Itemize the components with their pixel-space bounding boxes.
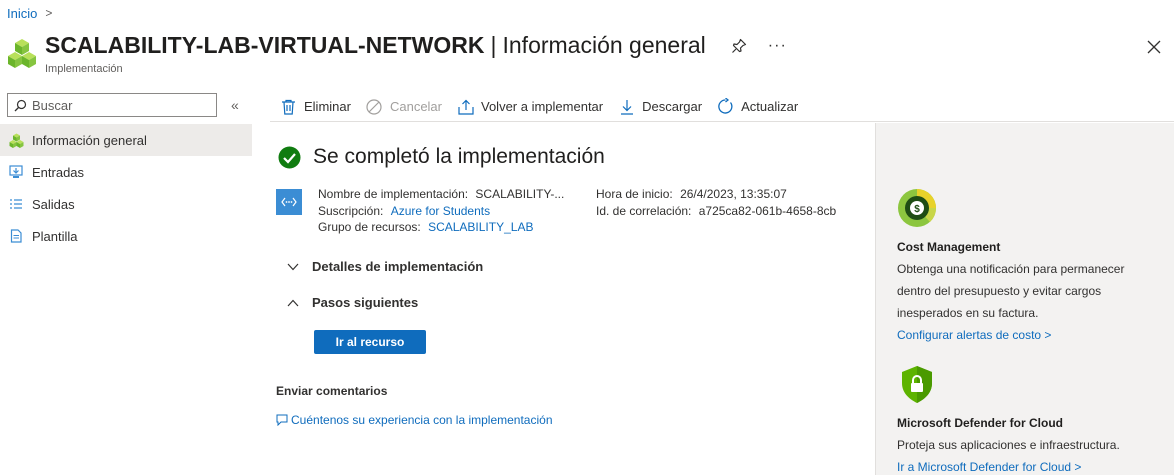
sidebar: « Información general Entradas Salidas — [0, 92, 252, 475]
deployment-name-value: SCALABILITY-... — [475, 187, 565, 201]
download-button[interactable]: Descargar — [618, 94, 702, 120]
search-box[interactable] — [7, 93, 217, 117]
resource-name: SCALABILITY-LAB-VIRTUAL-NETWORK — [45, 32, 485, 58]
defender-shield-icon — [902, 366, 932, 403]
defender-link[interactable]: Ir a Microsoft Defender for Cloud > — [897, 460, 1081, 474]
sidebar-item-label: Plantilla — [32, 228, 78, 244]
cost-management-title: Cost Management — [897, 240, 1001, 254]
search-icon — [14, 99, 27, 111]
sidebar-item-template[interactable]: Plantilla — [0, 220, 252, 252]
subscription-link[interactable]: Azure for Students — [391, 204, 490, 218]
defender-description: Proteja sus aplicaciones e infraestructu… — [897, 438, 1120, 452]
cancel-label: Cancelar — [389, 99, 442, 114]
refresh-label: Actualizar — [741, 99, 799, 114]
sidebar-item-overview[interactable]: Información general — [0, 124, 252, 156]
recommendations-panel: $ Cost Management Obtenga una notificaci… — [875, 123, 1174, 475]
more-options-icon[interactable]: ··· — [768, 37, 787, 55]
delete-label: Eliminar — [304, 99, 351, 114]
next-steps-toggle[interactable]: Pasos siguientes — [286, 295, 418, 310]
deployment-name-label: Nombre de implementación: — [318, 187, 469, 201]
main-content: Se completó la implementación Nombre de … — [270, 123, 875, 475]
page-subtitle: Implementación — [45, 63, 123, 75]
breadcrumb-home-link[interactable]: Inicio — [7, 6, 37, 21]
feedback-link-label: Cuéntenos su experiencia con la implemen… — [291, 413, 553, 427]
subscription-label: Suscripción: — [318, 203, 384, 218]
deployment-status: Se completó la implementación — [278, 145, 605, 169]
redeploy-label: Volver a implementar — [481, 99, 604, 114]
sidebar-item-label: Salidas — [32, 196, 75, 212]
template-icon — [8, 228, 24, 244]
close-icon[interactable] — [1145, 38, 1163, 56]
command-bar: Eliminar Cancelar Volver a implementar D… — [270, 92, 1174, 122]
sidebar-item-inputs[interactable]: Entradas — [0, 156, 252, 188]
deployment-details-toggle[interactable]: Detalles de implementación — [286, 259, 483, 274]
delete-button[interactable]: Eliminar — [280, 94, 351, 120]
resource-group-link[interactable]: SCALABILITY_LAB — [428, 220, 533, 234]
breadcrumb: Inicio > — [7, 4, 52, 22]
pin-icon[interactable] — [730, 37, 748, 55]
cost-alerts-link[interactable]: Configurar alertas de costo > — [897, 328, 1051, 342]
overview-icon — [8, 132, 24, 148]
deployment-info-left: Nombre de implementación: SCALABILITY-..… — [318, 186, 564, 236]
status-title: Se completó la implementación — [313, 145, 605, 168]
cost-management-description: Obtenga una notificación para permanecer… — [897, 262, 1125, 320]
cancel-button[interactable]: Cancelar — [366, 94, 442, 120]
chevron-down-icon — [286, 263, 300, 271]
redeploy-button[interactable]: Volver a implementar — [457, 94, 603, 120]
sidebar-item-label: Información general — [32, 132, 147, 148]
start-time-value: 26/4/2023, 13:35:07 — [680, 187, 787, 201]
collapse-sidebar-icon[interactable]: « — [231, 97, 239, 113]
feedback-icon — [276, 414, 288, 426]
deployment-icon — [276, 189, 302, 215]
search-input[interactable] — [32, 97, 212, 113]
go-to-resource-button[interactable]: Ir al recurso — [314, 330, 426, 354]
refresh-icon — [717, 98, 734, 115]
defender-title: Microsoft Defender for Cloud — [897, 416, 1064, 430]
correlation-id-label: Id. de correlación: — [596, 203, 692, 218]
deployment-details-label: Detalles de implementación — [312, 259, 484, 274]
feedback-link[interactable]: Cuéntenos su experiencia con la implemen… — [276, 413, 553, 427]
deployment-cubes-icon — [8, 39, 36, 68]
page-header: SCALABILITY-LAB-VIRTUAL-NETWORK | Inform… — [7, 30, 1167, 80]
title-separator: | — [490, 32, 497, 58]
chevron-right-icon: > — [45, 6, 53, 20]
page-title: Información general — [502, 32, 706, 58]
next-steps-label: Pasos siguientes — [312, 295, 419, 310]
sidebar-nav: Información general Entradas Salidas Pla… — [0, 124, 252, 252]
cancel-icon — [366, 98, 383, 115]
trash-icon — [280, 98, 297, 115]
outputs-icon — [8, 196, 24, 212]
sidebar-item-label: Entradas — [32, 164, 85, 180]
sidebar-item-outputs[interactable]: Salidas — [0, 188, 252, 220]
cost-management-icon: $ — [898, 189, 937, 227]
refresh-button[interactable]: Actualizar — [717, 94, 798, 120]
resource-group-label: Grupo de recursos: — [318, 220, 421, 234]
correlation-id-value: a725ca82-061b-4658-8cb — [698, 203, 837, 218]
start-time-label: Hora de inicio: — [596, 187, 673, 201]
chevron-up-icon — [286, 299, 300, 307]
download-label: Descargar — [642, 99, 703, 114]
upload-icon — [457, 98, 474, 115]
download-icon — [618, 98, 635, 115]
svg-text:$: $ — [914, 204, 920, 215]
feedback-title: Enviar comentarios — [276, 384, 388, 398]
inputs-icon — [8, 164, 24, 180]
success-check-icon — [278, 146, 301, 168]
deployment-info-right: Hora de inicio: 26/4/2023, 13:35:07 Id. … — [596, 186, 853, 219]
